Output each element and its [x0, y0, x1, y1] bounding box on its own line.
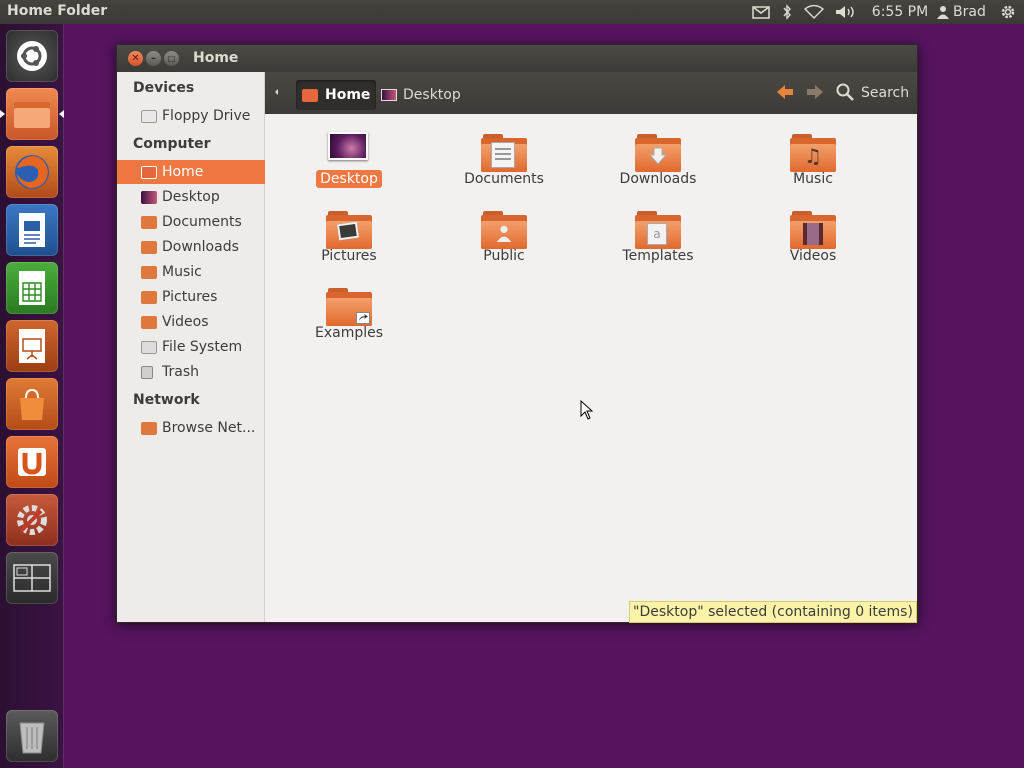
launcher	[0, 24, 64, 768]
top-panel: Home Folder 6:55 PM Brad	[0, 0, 1024, 24]
documents-folder-icon	[481, 130, 527, 172]
file-item-pictures[interactable]: Pictures	[284, 207, 414, 277]
firefox-icon[interactable]	[6, 146, 58, 198]
sidebar-item-documents[interactable]: Documents	[117, 210, 265, 234]
impress-icon[interactable]	[6, 320, 58, 372]
trash-small-icon	[141, 365, 153, 379]
home-folder-icon	[302, 88, 318, 102]
public-folder-icon	[481, 207, 527, 249]
panel-title: Home Folder	[7, 3, 108, 19]
dash-home-icon[interactable]	[6, 30, 58, 82]
music-folder-icon: ♫	[790, 130, 836, 172]
places-sidebar: Devices Floppy Drive Computer Home Deskt…	[117, 72, 265, 622]
close-button[interactable]: ✕	[128, 51, 143, 66]
file-item-examples[interactable]: Examples	[284, 284, 414, 354]
calc-icon[interactable]	[6, 262, 58, 314]
trash-icon[interactable]	[6, 710, 58, 762]
file-manager-window: ✕ – □ Home Devices Floppy Drive Computer…	[116, 44, 918, 623]
videos-folder-icon	[141, 315, 157, 329]
status-bar: "Desktop" selected (containing 0 items)	[629, 601, 917, 623]
software-center-icon[interactable]	[6, 378, 58, 430]
file-icon-view: Desktop Documents Downloads ♫ Music Pict…	[265, 114, 917, 622]
user-icon	[936, 0, 950, 24]
crumb-home[interactable]: Home	[296, 80, 377, 110]
pictures-folder-icon	[141, 290, 157, 304]
search-icon[interactable]	[835, 82, 855, 106]
file-item-downloads[interactable]: Downloads	[593, 130, 723, 200]
path-scroll-left-icon[interactable]	[275, 89, 278, 95]
window-title: Home	[193, 50, 239, 66]
mail-icon[interactable]	[750, 0, 772, 24]
sidebar-item-pictures[interactable]: Pictures	[117, 285, 265, 309]
crumb-desktop[interactable]: Desktop	[375, 80, 467, 110]
file-item-templates[interactable]: a Templates	[593, 207, 723, 277]
examples-link-icon	[326, 284, 372, 326]
floppy-drive-icon	[141, 109, 157, 123]
window-titlebar[interactable]: ✕ – □ Home	[117, 45, 917, 72]
file-item-public[interactable]: Public	[439, 207, 569, 277]
pictures-folder-icon	[326, 207, 372, 249]
sidebar-item-browse-network[interactable]: Browse Net...	[117, 416, 265, 440]
sidebar-heading-computer: Computer	[133, 136, 211, 152]
downloads-folder-icon	[141, 240, 157, 254]
bluetooth-icon[interactable]	[779, 0, 795, 24]
forward-arrow-icon[interactable]	[805, 83, 825, 105]
file-system-icon	[141, 340, 157, 354]
sidebar-heading-network: Network	[133, 392, 200, 408]
gear-icon[interactable]	[998, 0, 1018, 24]
system-settings-icon[interactable]	[6, 494, 58, 546]
ubuntu-one-icon[interactable]	[6, 436, 58, 488]
wifi-icon[interactable]	[803, 0, 825, 24]
sidebar-item-music[interactable]: Music	[117, 260, 265, 284]
sidebar-item-home[interactable]: Home	[117, 160, 265, 184]
desktop-icon	[141, 190, 157, 204]
volume-icon[interactable]	[834, 0, 858, 24]
file-item-documents[interactable]: Documents	[439, 130, 569, 200]
clock[interactable]: 6:55 PM	[870, 0, 930, 24]
home-folder-icon	[141, 165, 157, 179]
file-item-music[interactable]: ♫ Music	[748, 130, 878, 200]
search-button[interactable]: Search	[861, 85, 909, 101]
sidebar-item-floppy-drive[interactable]: Floppy Drive	[117, 104, 265, 128]
user-name[interactable]: Brad	[953, 0, 989, 24]
files-running-pip	[0, 110, 5, 118]
sidebar-item-file-system[interactable]: File System	[117, 335, 265, 359]
files-focus-pip	[59, 110, 64, 118]
desktop-icon	[326, 130, 372, 172]
videos-folder-icon	[790, 207, 836, 249]
mouse-cursor-icon	[580, 399, 594, 424]
sidebar-item-videos[interactable]: Videos	[117, 310, 265, 334]
writer-icon[interactable]	[6, 204, 58, 256]
sidebar-item-downloads[interactable]: Downloads	[117, 235, 265, 259]
maximize-button[interactable]: □	[164, 51, 179, 66]
downloads-folder-icon	[635, 130, 681, 172]
sidebar-item-desktop[interactable]: Desktop	[117, 185, 265, 209]
music-folder-icon	[141, 265, 157, 279]
documents-folder-icon	[141, 215, 157, 229]
file-item-desktop[interactable]: Desktop	[284, 130, 414, 200]
file-item-videos[interactable]: Videos	[748, 207, 878, 277]
back-arrow-icon[interactable]	[775, 83, 795, 105]
sidebar-item-trash[interactable]: Trash	[117, 360, 265, 384]
path-toolbar: Home Desktop Search	[265, 72, 917, 114]
workspace-switcher-icon[interactable]	[6, 552, 58, 604]
files-icon[interactable]	[6, 88, 58, 140]
network-folder-icon	[141, 421, 157, 435]
templates-folder-icon: a	[635, 207, 681, 249]
sidebar-heading-devices: Devices	[133, 80, 195, 96]
minimize-button[interactable]: –	[146, 51, 161, 66]
desktop-icon	[381, 89, 397, 101]
